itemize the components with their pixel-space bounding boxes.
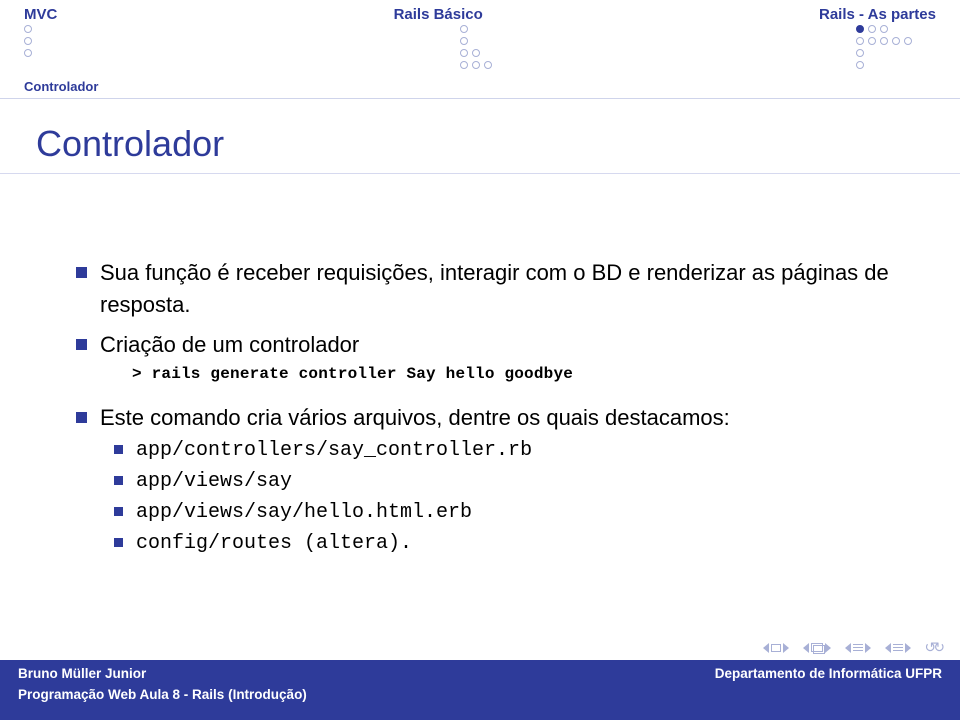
bullet-text: Este comando cria vários arquivos, dentr… bbox=[100, 405, 730, 430]
nav-item-rails-partes[interactable]: Rails - As partes bbox=[819, 6, 936, 23]
dot-current-icon[interactable] bbox=[856, 25, 864, 33]
lines-icon[interactable] bbox=[853, 644, 863, 651]
slide: MVC Rails Básico Rails - As partes bbox=[0, 0, 960, 720]
nav-item-mvc[interactable]: MVC bbox=[24, 6, 57, 23]
prev-slide-icon[interactable] bbox=[763, 643, 769, 653]
nav-frame-group bbox=[803, 643, 831, 653]
redo-icon[interactable]: ↺↻ bbox=[925, 639, 942, 656]
lines-icon[interactable] bbox=[893, 644, 903, 651]
slide-title: Controlador bbox=[0, 99, 960, 173]
prev-frame-icon[interactable] bbox=[803, 643, 809, 653]
dot-icon[interactable] bbox=[24, 25, 32, 33]
nav-section-group bbox=[845, 643, 871, 653]
nav-item-rails-basico[interactable]: Rails Básico bbox=[394, 6, 483, 23]
dot-icon[interactable] bbox=[868, 37, 876, 45]
footer: Bruno Müller Junior Departamento de Info… bbox=[0, 660, 960, 720]
dot-icon[interactable] bbox=[880, 37, 888, 45]
dot-icon[interactable] bbox=[460, 25, 468, 33]
dot-icon[interactable] bbox=[472, 61, 480, 69]
dot-icon[interactable] bbox=[868, 25, 876, 33]
footer-affiliation: Departamento de Informática UFPR bbox=[715, 666, 942, 681]
nav-sections: MVC Rails Básico Rails - As partes bbox=[0, 6, 960, 23]
frame-icon[interactable] bbox=[771, 644, 781, 652]
sub-bullet-item: config/routes (altera). bbox=[136, 529, 912, 558]
next-slide-icon[interactable] bbox=[783, 643, 789, 653]
dot-icon[interactable] bbox=[880, 25, 888, 33]
bullet-item: Criação de um controlador > rails genera… bbox=[100, 329, 912, 394]
stack-icon[interactable] bbox=[811, 643, 823, 652]
footer-author: Bruno Müller Junior bbox=[18, 666, 146, 681]
dots-group-basico bbox=[440, 25, 520, 69]
nav-progress-dots bbox=[0, 23, 960, 69]
dot-icon[interactable] bbox=[856, 61, 864, 69]
beamer-nav-controls: ↺↻ bbox=[763, 639, 942, 656]
subsection-label: Controlador bbox=[0, 69, 960, 96]
bullet-text: Criação de um controlador bbox=[100, 332, 359, 357]
dot-icon[interactable] bbox=[904, 37, 912, 45]
next-subsection-icon[interactable] bbox=[905, 643, 911, 653]
footer-row-1: Bruno Müller Junior Departamento de Info… bbox=[0, 660, 960, 681]
sub-bullet-item: app/views/say bbox=[136, 467, 912, 496]
dot-icon[interactable] bbox=[24, 37, 32, 45]
dot-icon[interactable] bbox=[460, 37, 468, 45]
dots-group-mvc bbox=[24, 25, 104, 69]
next-section-icon[interactable] bbox=[865, 643, 871, 653]
prev-section-icon[interactable] bbox=[845, 643, 851, 653]
nav-slide-group bbox=[763, 643, 789, 653]
sub-bullet-item: app/controllers/say_controller.rb bbox=[136, 436, 912, 465]
sub-bullet-item: app/views/say/hello.html.erb bbox=[136, 498, 912, 527]
dot-icon[interactable] bbox=[24, 49, 32, 57]
dots-group-partes bbox=[856, 25, 936, 69]
header: MVC Rails Básico Rails - As partes bbox=[0, 0, 960, 99]
dot-icon[interactable] bbox=[460, 49, 468, 57]
dot-icon[interactable] bbox=[892, 37, 900, 45]
nav-subsection-group bbox=[885, 643, 911, 653]
dot-icon[interactable] bbox=[856, 49, 864, 57]
dot-icon[interactable] bbox=[460, 61, 468, 69]
footer-course: Programação Web Aula 8 - Rails (Introduç… bbox=[18, 687, 307, 702]
bullet-item: Sua função é receber requisições, intera… bbox=[100, 257, 912, 321]
dot-icon[interactable] bbox=[856, 37, 864, 45]
next-frame-icon[interactable] bbox=[825, 643, 831, 653]
code-block: > rails generate controller Say hello go… bbox=[100, 361, 912, 394]
sub-list: app/controllers/say_controller.rb app/vi… bbox=[100, 436, 912, 558]
footer-row-2: Programação Web Aula 8 - Rails (Introduç… bbox=[0, 681, 960, 702]
dot-icon[interactable] bbox=[484, 61, 492, 69]
prev-subsection-icon[interactable] bbox=[885, 643, 891, 653]
dot-icon[interactable] bbox=[472, 49, 480, 57]
slide-content: Sua função é receber requisições, intera… bbox=[0, 173, 960, 720]
bullet-item: Este comando cria vários arquivos, dentr… bbox=[100, 402, 912, 558]
